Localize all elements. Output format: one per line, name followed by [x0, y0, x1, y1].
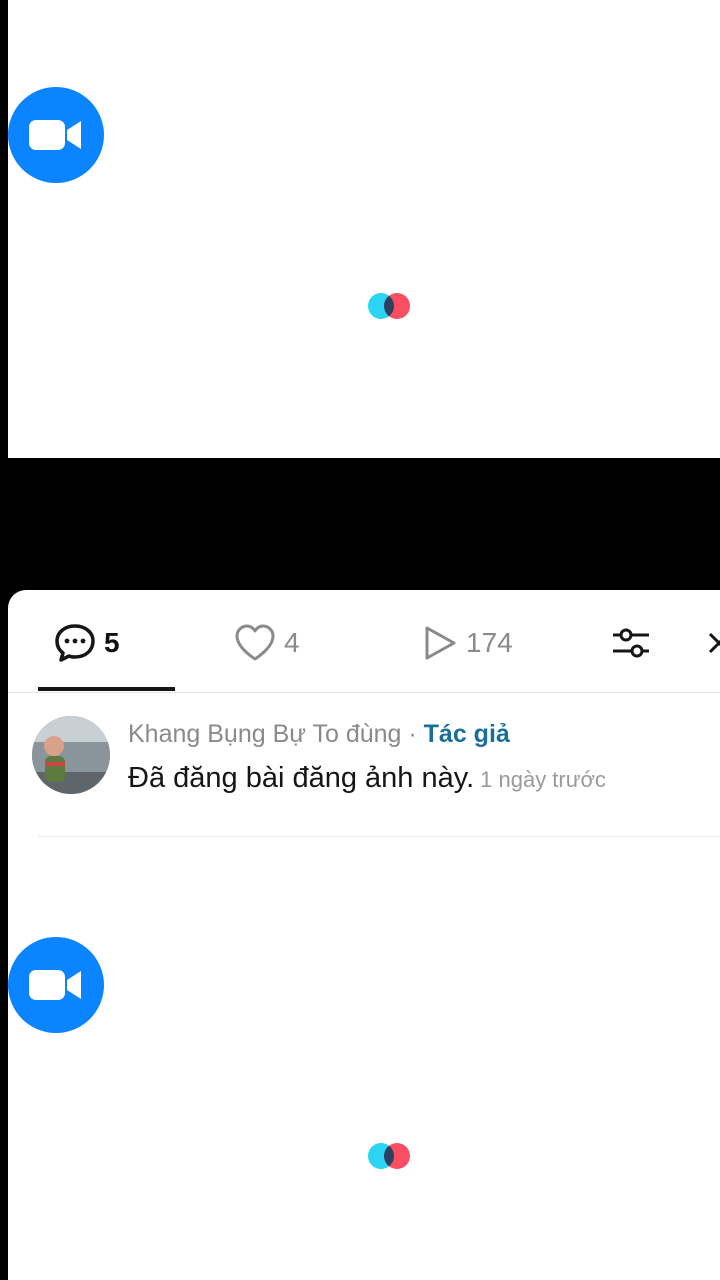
author-badge: Tác giả	[423, 720, 510, 748]
comments-sheet: 5 4 174 Khang Bụng Bự To đùng · Tác giả …	[8, 590, 720, 1280]
video-panel-top	[8, 0, 720, 458]
loading-indicator-bottom	[368, 1143, 412, 1171]
camera-button-bottom[interactable]	[8, 937, 104, 1033]
play-icon	[425, 626, 456, 660]
views-count: 174	[466, 627, 513, 658]
comment-author-name[interactable]: Khang Bụng Bự To đùng	[128, 720, 401, 748]
comment-text: Đã đăng bài đăng ảnh này.	[128, 762, 475, 794]
divider	[38, 836, 720, 837]
avatar[interactable]	[32, 716, 110, 794]
tab-views[interactable]: 174	[422, 618, 513, 668]
tab-likes[interactable]: 4	[234, 618, 300, 668]
author-separator: ·	[401, 720, 424, 748]
close-button[interactable]	[706, 618, 720, 668]
comment-bubble-icon	[55, 624, 95, 662]
close-icon	[708, 632, 720, 654]
tab-comments[interactable]: 5	[54, 618, 120, 668]
loading-indicator	[368, 293, 412, 321]
comments-count: 5	[104, 627, 120, 658]
video-camera-icon	[29, 970, 81, 1000]
heart-icon	[235, 624, 275, 661]
camera-button[interactable]	[8, 87, 104, 183]
sheet-tabs: 5 4 174	[8, 590, 720, 693]
comment-timestamp: 1 ngày trước	[480, 767, 606, 792]
avatar-photo	[32, 716, 110, 794]
filter-sliders-icon	[613, 628, 649, 658]
video-camera-icon	[29, 120, 81, 150]
filter-button[interactable]	[610, 618, 652, 668]
active-tab-indicator	[38, 687, 175, 691]
likes-count: 4	[284, 627, 300, 658]
comment-body: Đã đăng bài đăng ảnh này. 1 ngày trước	[128, 762, 606, 795]
comment-author-line: Khang Bụng Bự To đùng · Tác giả	[128, 720, 510, 749]
